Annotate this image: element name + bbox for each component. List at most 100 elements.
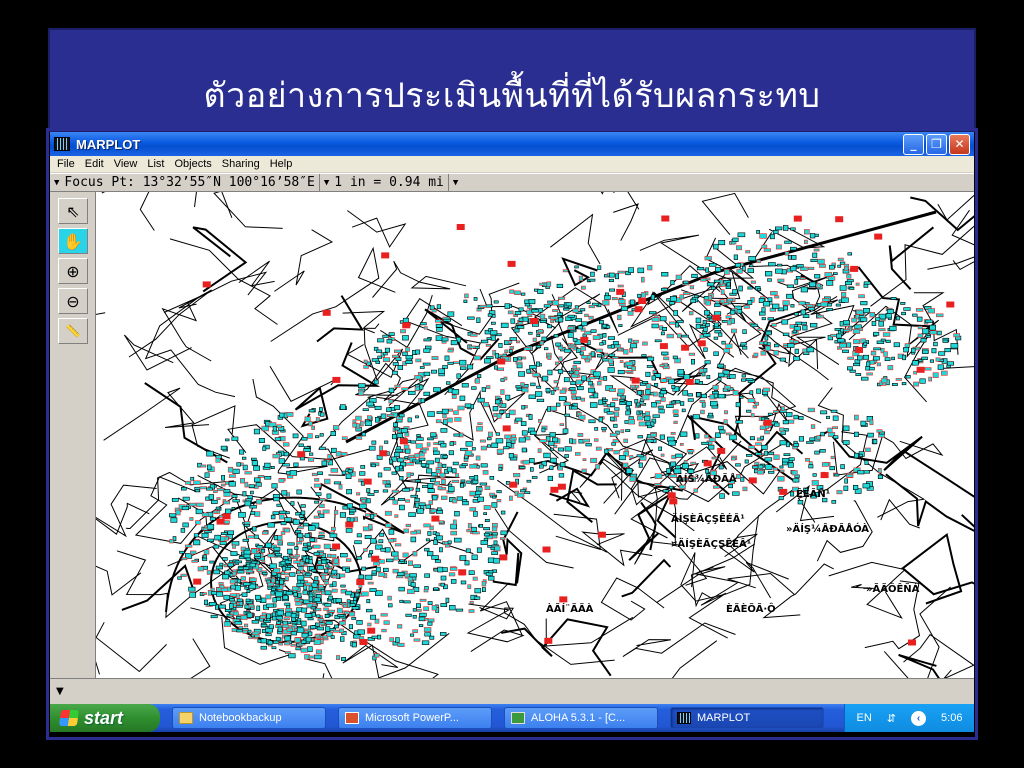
clock[interactable]: 5:06 [941,712,962,724]
map-marker[interactable] [202,281,211,288]
focus-point-dropdown[interactable]: ▼ Focus Pt: 13°32’55″N 100°16’58″E [50,174,320,191]
map-marker[interactable] [631,377,640,384]
map-marker[interactable] [685,379,694,385]
map-marker[interactable] [502,425,511,432]
affected-area-cell [723,419,728,425]
menu-sharing[interactable]: Sharing [217,158,265,170]
map-marker[interactable] [855,346,863,353]
menu-objects[interactable]: Objects [169,158,216,170]
hand-tool[interactable]: ✋ [58,228,88,254]
affected-area-cell [844,266,849,271]
map-marker[interactable] [550,486,559,493]
map-marker[interactable] [371,555,380,562]
start-button[interactable]: start [50,704,160,732]
map-marker[interactable] [399,438,408,445]
map-marker[interactable] [681,344,690,351]
map-marker[interactable] [779,488,788,495]
map-marker[interactable] [616,288,625,295]
map-marker[interactable] [703,460,712,467]
map-marker[interactable] [748,477,757,484]
map-marker[interactable] [661,215,670,222]
map-marker[interactable] [499,554,508,561]
map-marker[interactable] [356,579,365,586]
menu-list[interactable]: List [142,158,169,170]
map-marker[interactable] [835,216,844,223]
map-marker[interactable] [363,478,372,485]
taskbar-item-powerpoint[interactable]: Microsoft PowerP... [338,707,492,729]
map-marker[interactable] [669,498,678,505]
map-marker[interactable] [332,376,341,383]
map-marker[interactable] [322,309,331,316]
map-marker[interactable] [946,301,955,308]
menu-view[interactable]: View [109,158,143,170]
map-marker[interactable] [530,318,538,325]
map-marker[interactable] [916,366,925,373]
maximize-button[interactable]: ❐ [926,133,947,155]
map-marker[interactable] [497,358,506,365]
map-marker[interactable] [297,451,306,458]
zoom-out-tool[interactable]: ⊖ [58,288,88,314]
affected-area-cell [529,467,534,472]
map-canvas[interactable]: ÄÍS¾ÂÐÃÅ ÄÍŞÈÃÇŞÊÉÂ¹ ¤ÄÍŞÈÃÇŞÊÉÂ¹ »ÄÍŞ¼ÂÐÃÅ… [96,192,974,678]
map-marker[interactable] [542,546,551,553]
affected-area-cell [229,579,236,584]
affected-area-cell [953,333,961,338]
map-marker[interactable] [332,543,341,550]
map-marker[interactable] [638,298,647,304]
map-marker[interactable] [367,627,376,634]
map-marker[interactable] [345,521,354,528]
map-marker[interactable] [659,343,668,350]
map-marker[interactable] [874,233,883,240]
language-indicator[interactable]: EN [857,712,872,724]
map-marker[interactable] [216,518,225,525]
map-marker[interactable] [379,450,388,457]
map-marker[interactable] [712,314,721,321]
map-marker[interactable] [717,447,726,454]
map-marker[interactable] [193,578,202,585]
map-marker[interactable] [908,639,916,646]
map-marker[interactable] [697,340,706,347]
scale-dropdown[interactable]: ▼ 1 in = 0.94 mi [320,174,449,191]
tray-expand-icon[interactable]: ‹ [911,710,927,726]
affected-area-cell [413,564,421,568]
close-button[interactable]: ✕ [949,133,970,155]
window-titlebar[interactable]: MARPLOT _ ❐ ✕ [50,132,974,156]
status-arrow-icon[interactable]: ▼ [56,686,64,697]
menu-edit[interactable]: Edit [80,158,109,170]
network-icon[interactable]: ⇵ [887,712,896,725]
map-marker[interactable] [456,224,465,230]
map-marker[interactable] [431,515,440,522]
map-marker[interactable] [359,639,368,645]
zoom-in-tool[interactable]: ⊕ [58,258,88,284]
map-marker[interactable] [381,252,390,259]
arrow-tool[interactable]: ⇖ [58,198,88,224]
map-marker[interactable] [544,637,553,644]
map-marker[interactable] [763,419,772,426]
affected-area-cell [905,375,911,379]
map-marker[interactable] [507,260,516,267]
minimize-button[interactable]: _ [903,133,924,155]
map-marker[interactable] [559,596,568,603]
taskbar-item-marplot[interactable]: MARPLOT [670,707,824,729]
map-marker[interactable] [793,215,802,222]
extra-dropdown[interactable]: ▼ [449,174,467,191]
taskbar-item-aloha[interactable]: ALOHA 5.3.1 - [C... [504,707,658,729]
taskbar-item-notebookbackup[interactable]: Notebookbackup [172,707,326,729]
map-marker[interactable] [557,483,566,490]
map-marker[interactable] [634,306,643,313]
map-marker[interactable] [580,336,589,343]
map-marker[interactable] [820,472,829,479]
ruler-tool[interactable]: 📏 [58,318,88,344]
map-marker[interactable] [458,569,467,576]
map-marker[interactable] [509,481,518,488]
menu-help[interactable]: Help [265,158,298,170]
affected-area-cell [777,475,785,482]
map-marker[interactable] [667,492,676,499]
affected-area-cell [577,412,582,416]
menu-file[interactable]: File [52,158,80,170]
map-marker[interactable] [850,265,859,272]
affected-area-cell [310,625,317,630]
map-marker[interactable] [402,322,411,329]
map-marker[interactable] [597,531,606,538]
map-marker[interactable] [222,513,231,520]
